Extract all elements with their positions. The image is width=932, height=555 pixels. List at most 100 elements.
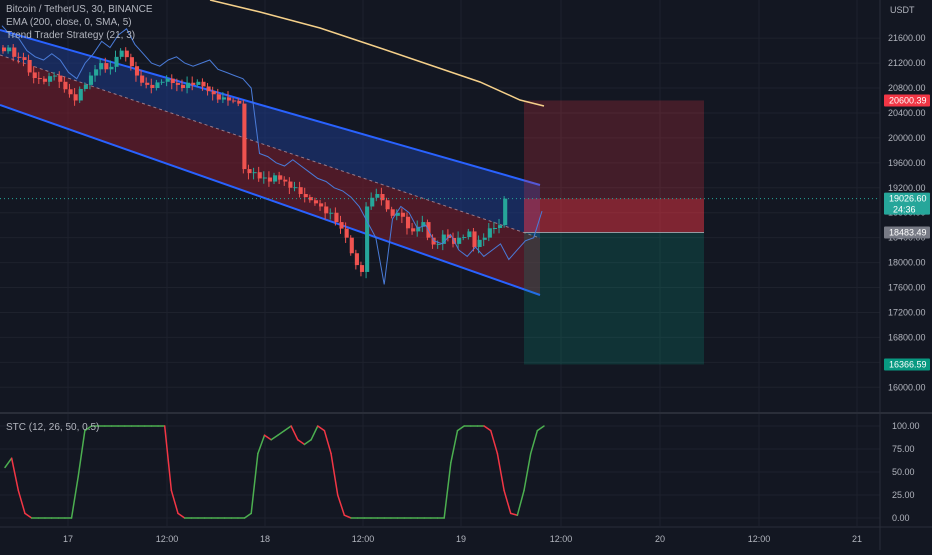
candle-body bbox=[339, 222, 344, 229]
currency-label: USDT bbox=[890, 5, 915, 15]
candle-body bbox=[380, 194, 385, 201]
candle-body bbox=[73, 94, 78, 101]
candle-body bbox=[334, 212, 339, 223]
candle-body bbox=[27, 59, 32, 73]
price-tick-label: 20000.00 bbox=[888, 133, 926, 143]
candle-body bbox=[7, 47, 12, 52]
candle-body bbox=[257, 172, 262, 179]
candle-body bbox=[252, 172, 257, 174]
candle-body bbox=[119, 50, 124, 57]
candle-body bbox=[247, 169, 252, 174]
candle-body bbox=[498, 225, 503, 228]
current-price-label: 19026.6024:36 bbox=[884, 192, 930, 215]
candle-body bbox=[411, 228, 416, 232]
stc-title[interactable]: STC (12, 26, 50, 0.5) bbox=[6, 421, 99, 434]
candle-body bbox=[88, 75, 94, 85]
candle-body bbox=[53, 75, 58, 77]
candle-body bbox=[104, 63, 109, 70]
target-price-label-text: 16366.59 bbox=[889, 359, 927, 369]
candle-body bbox=[319, 203, 324, 207]
candle-body bbox=[109, 66, 114, 70]
entry-price-label-text: 18483.49 bbox=[889, 227, 927, 237]
candle-body bbox=[405, 216, 411, 229]
candle-body bbox=[344, 228, 349, 238]
candle-body bbox=[170, 78, 175, 84]
time-tick-label: 12:00 bbox=[550, 534, 573, 544]
candle-body bbox=[99, 63, 104, 70]
symbol-title[interactable]: Bitcoin / TetherUS, 30, BINANCE bbox=[6, 3, 153, 16]
candle-body bbox=[436, 243, 441, 245]
candle-body bbox=[32, 72, 37, 79]
time-tick-label: 20 bbox=[655, 534, 665, 544]
time-tick-label: 12:00 bbox=[748, 534, 771, 544]
candle-body bbox=[94, 69, 99, 76]
candle-body bbox=[48, 76, 53, 82]
main-legend: Bitcoin / TetherUS, 30, BINANCE EMA (200… bbox=[6, 3, 153, 42]
candle-body bbox=[2, 47, 7, 52]
candle-body bbox=[262, 177, 267, 179]
candle-body bbox=[267, 177, 273, 182]
candle-body bbox=[68, 89, 73, 95]
candle-body bbox=[503, 198, 508, 226]
candle-body bbox=[124, 50, 129, 58]
ema-legend[interactable]: EMA (200, close, 0, SMA, 5) bbox=[6, 16, 153, 29]
candle-body bbox=[17, 56, 22, 58]
candle-body bbox=[211, 91, 216, 95]
stc-tick-label: 100.00 bbox=[892, 421, 920, 431]
candle-body bbox=[63, 81, 68, 90]
position-target-zone bbox=[524, 232, 704, 365]
candle-body bbox=[313, 200, 319, 204]
current-price-label-text: 19026.60 bbox=[889, 194, 927, 204]
candle-body bbox=[467, 231, 472, 238]
stc-tick-label: 0.00 bbox=[892, 513, 910, 523]
candle-body bbox=[477, 239, 482, 248]
price-tick-label: 17600.00 bbox=[888, 283, 926, 293]
current-price-label-countdown: 24:36 bbox=[893, 205, 916, 215]
candle-body bbox=[196, 81, 201, 85]
candle-body bbox=[134, 66, 140, 76]
candle-body bbox=[288, 181, 293, 188]
candle-body bbox=[227, 97, 232, 101]
price-tick-label: 19600.00 bbox=[888, 158, 926, 168]
price-tick-label: 16000.00 bbox=[888, 382, 926, 392]
time-tick-label: 12:00 bbox=[352, 534, 375, 544]
chart-canvas[interactable]: USDT21600.0021200.0020800.0020400.002000… bbox=[0, 0, 932, 550]
candle-body bbox=[78, 88, 83, 101]
candle-body bbox=[201, 81, 206, 87]
strategy-legend[interactable]: Trend Trader Strategy (21, 3) bbox=[6, 29, 153, 42]
price-tick-label: 17200.00 bbox=[888, 307, 926, 317]
candle-body bbox=[298, 187, 303, 195]
candle-body bbox=[42, 78, 48, 82]
price-tick-label: 21200.00 bbox=[888, 58, 926, 68]
candle-body bbox=[206, 86, 211, 92]
time-tick-label: 12:00 bbox=[156, 534, 179, 544]
candle-body bbox=[155, 82, 160, 89]
candle-body bbox=[180, 84, 186, 89]
candle-body bbox=[129, 57, 134, 67]
candle-body bbox=[221, 97, 226, 100]
candle-body bbox=[191, 82, 196, 85]
time-tick-label: 21 bbox=[852, 534, 862, 544]
candle-body bbox=[385, 200, 390, 210]
candle-body bbox=[482, 237, 487, 240]
price-tick-label: 20400.00 bbox=[888, 108, 926, 118]
entry-price-label: 18483.49 bbox=[884, 226, 930, 239]
candle-body bbox=[329, 212, 334, 214]
candle-body bbox=[165, 78, 170, 82]
candle-body bbox=[390, 209, 395, 216]
candle-body bbox=[278, 175, 283, 180]
price-tick-label: 18000.00 bbox=[888, 258, 926, 268]
stc-tick-label: 50.00 bbox=[892, 467, 915, 477]
candle-body bbox=[37, 78, 42, 80]
trading-chart[interactable]: USDT 21600.00 21200.00 20800.00 20400.00 2000… bbox=[0, 0, 932, 550]
target-price-label: 16366.59 bbox=[884, 358, 930, 371]
candle-body bbox=[242, 103, 247, 170]
candle-body bbox=[293, 187, 298, 189]
candle-body bbox=[324, 206, 329, 214]
candle-body bbox=[354, 253, 359, 266]
price-tick-label: 19200.00 bbox=[888, 183, 926, 193]
candle-body bbox=[237, 100, 242, 104]
time-tick-label: 17 bbox=[63, 534, 73, 544]
candle-body bbox=[160, 81, 165, 83]
candle-body bbox=[12, 47, 17, 57]
